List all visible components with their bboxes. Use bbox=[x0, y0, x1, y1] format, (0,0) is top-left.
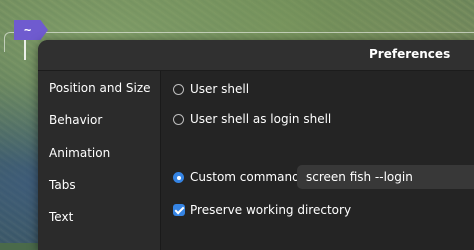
login-shell-radio[interactable] bbox=[173, 114, 184, 125]
headerbar: Preferences bbox=[38, 40, 474, 71]
sidebar-item-animation[interactable]: Animation bbox=[49, 146, 110, 160]
terminal-cursor bbox=[24, 40, 26, 60]
behavior-settings-panel: User shell User shell as login shell Cus… bbox=[161, 71, 474, 250]
custom-command-input[interactable]: screen fish --login bbox=[297, 165, 474, 189]
sidebar-item-text[interactable]: Text bbox=[49, 210, 73, 224]
preserve-directory-label: Preserve working directory bbox=[190, 203, 352, 217]
user-shell-label: User shell bbox=[190, 82, 250, 96]
preferences-sidebar: Position and Size Behavior Animation Tab… bbox=[38, 71, 161, 250]
dialog-title: Preferences bbox=[369, 47, 451, 61]
preferences-dialog: Preferences Position and Size Behavior A… bbox=[38, 40, 474, 250]
preserve-directory-checkbox[interactable] bbox=[173, 204, 185, 216]
custom-command-label: Custom command: bbox=[190, 170, 304, 184]
custom-command-radio[interactable] bbox=[173, 172, 184, 183]
login-shell-label: User shell as login shell bbox=[190, 112, 332, 126]
sidebar-item-tabs[interactable]: Tabs bbox=[49, 178, 76, 192]
terminal-tab-label: ~ bbox=[24, 23, 32, 37]
sidebar-item-behavior[interactable]: Behavior bbox=[49, 113, 102, 127]
user-shell-radio[interactable] bbox=[173, 84, 184, 95]
sidebar-item-position-and-size[interactable]: Position and Size bbox=[49, 81, 151, 95]
